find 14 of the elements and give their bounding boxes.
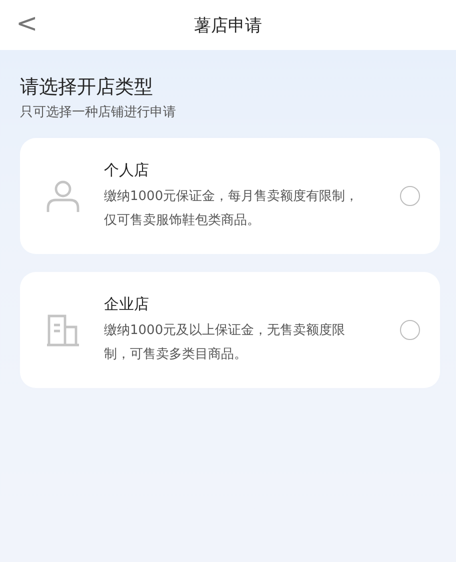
building-icon <box>46 313 80 347</box>
shop-type-card[interactable]: 企业店 缴纳1000元及以上保证金，无售卖额度限制，可售卖多类目商品。 <box>20 272 440 388</box>
person-icon <box>46 179 80 213</box>
section-subheading: 只可选择一种店铺进行申请 <box>20 104 177 122</box>
back-button[interactable]: < <box>12 8 42 40</box>
shop-type-card[interactable]: 个人店 缴纳1000元保证金，每月售卖额度有限制，仅可售卖服饰鞋包类商品。 <box>20 138 440 254</box>
radio-button[interactable] <box>400 186 420 206</box>
radio-button[interactable] <box>400 320 420 340</box>
shop-type-description: 缴纳1000元及以上保证金，无售卖额度限制，可售卖多类目商品。 <box>104 322 346 364</box>
shop-type-title: 个人店 <box>104 160 150 181</box>
page-title: 薯店申请 <box>194 14 262 36</box>
shop-type-description: 缴纳1000元保证金，每月售卖额度有限制，仅可售卖服饰鞋包类商品。 <box>104 188 360 230</box>
section-heading: 请选择开店类型 <box>20 75 154 100</box>
shop-type-title: 企业店 <box>104 294 150 315</box>
